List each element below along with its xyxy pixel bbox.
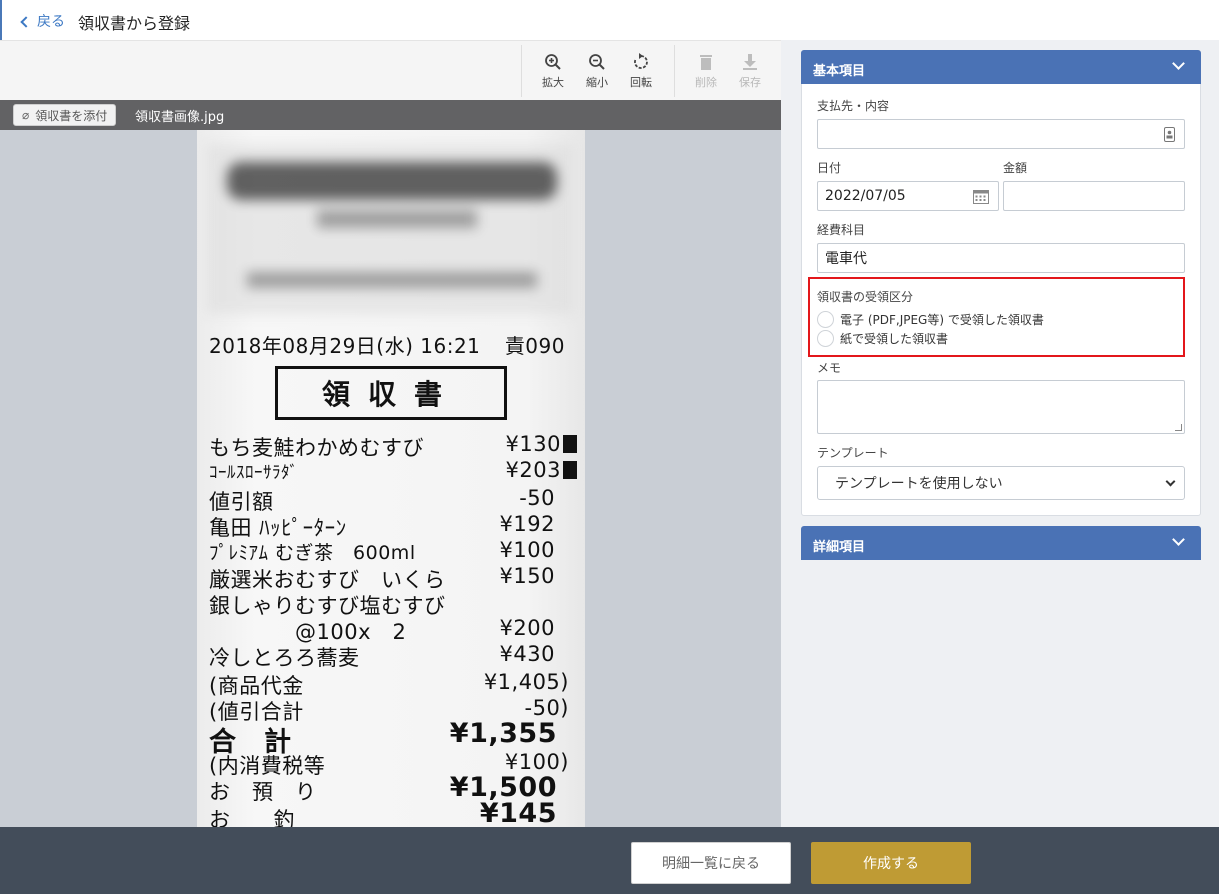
receipt-item-price: ¥192: [499, 512, 555, 536]
receipt-viewer: 拡大 縮小 回転 削除 保存 ⌀ 領収書を添付 領収書画像.jpg 2018年0…: [0, 40, 781, 827]
rotate-button[interactable]: 回転: [621, 51, 661, 93]
attach-receipt-button[interactable]: ⌀ 領収書を添付: [13, 104, 117, 126]
back-label: 戻る: [37, 14, 65, 30]
receipt-tax-value: ¥100): [504, 750, 569, 774]
receipt-subtotal-value: ¥1,405): [483, 670, 569, 694]
category-value: 電車代: [825, 251, 867, 267]
footer-bar: 明細一覧に戻る 作成する: [0, 827, 1219, 894]
category-input[interactable]: 電車代: [817, 243, 1185, 273]
receipt-item-price: -50: [519, 486, 555, 510]
receipt-change-value: ¥145: [479, 798, 557, 827]
viewer-toolbar: 拡大 縮小 回転 削除 保存: [0, 40, 781, 100]
save-button[interactable]: 保存: [730, 51, 770, 93]
zoom-out-button[interactable]: 縮小: [577, 51, 617, 93]
receipt-discount-value: -50): [524, 696, 569, 720]
date-label: 日付: [817, 161, 842, 175]
back-link[interactable]: 戻る: [20, 11, 65, 31]
category-label: 経費科目: [817, 223, 866, 237]
create-button[interactable]: 作成する: [811, 842, 971, 884]
trash-icon: [700, 55, 712, 70]
toolbar-divider: [674, 45, 675, 97]
receipt-heading: 領収書: [275, 366, 507, 420]
zoom-out-icon: [589, 54, 605, 70]
receipt-item-name: ﾌﾟﾚﾐｱﾑ むぎ茶 600ml: [209, 542, 416, 564]
detail-section-header[interactable]: 詳細項目: [801, 526, 1201, 560]
receipt-image: 2018年08月29日(水) 16:21 責090 領収書 もち麦鮭わかめむすび…: [197, 130, 585, 827]
delete-button[interactable]: 削除: [686, 51, 726, 93]
chevron-down-icon: [1165, 476, 1176, 487]
memo-label: メモ: [817, 361, 842, 375]
template-value: テンプレートを使用しない: [835, 476, 1003, 492]
radio-label: 電子 (PDF,JPEG等) で受領した領収書: [840, 313, 1044, 327]
calendar-icon[interactable]: [973, 189, 989, 204]
zoom-in-button[interactable]: 拡大: [533, 51, 573, 93]
delete-label: 削除: [695, 76, 717, 89]
page-title: 領収書から登録: [78, 14, 191, 33]
zoom-out-label: 縮小: [586, 76, 608, 89]
template-select[interactable]: テンプレートを使用しない: [817, 466, 1185, 500]
receipt-item-name: 冷しとろろ蕎麦: [209, 646, 360, 670]
receipt-stamp: 責090: [504, 334, 565, 358]
template-label: テンプレート: [817, 446, 889, 460]
radio-label: 紙で受領した領収書: [840, 332, 949, 346]
paperclip-icon: ⌀: [22, 108, 30, 122]
date-value: 2022/07/05: [825, 188, 906, 204]
receipt-item-price: ¥203: [506, 458, 577, 482]
receipt-paid-label: お 預 り: [209, 780, 317, 804]
receipt-item-price: ¥100: [499, 538, 555, 562]
receipt-date: 2018年08月29日(水) 16:21: [209, 334, 481, 358]
back-to-list-button[interactable]: 明細一覧に戻る: [631, 842, 791, 884]
chevron-down-icon: [1172, 533, 1185, 546]
header-bar: 戻る 領収書から登録: [0, 0, 1219, 40]
receipt-item-price: ¥430: [499, 642, 555, 666]
detail-section-title: 詳細項目: [813, 540, 866, 555]
rotate-label: 回転: [630, 76, 652, 89]
receipt-change-label: お 釣: [209, 808, 295, 827]
radio-button[interactable]: [817, 311, 834, 328]
payee-input[interactable]: [817, 119, 1185, 149]
basic-section-title: 基本項目: [813, 64, 866, 79]
receipt-total-value: ¥1,355: [449, 718, 557, 749]
receipt-item-price: ¥130: [506, 432, 577, 456]
zoom-in-label: 拡大: [542, 76, 564, 89]
chevron-down-icon: [1172, 57, 1185, 70]
receipt-item-price: ¥150: [499, 564, 555, 588]
basic-section-header[interactable]: 基本項目: [801, 50, 1201, 84]
receipt-type-label: 領収書の受領区分: [817, 290, 914, 304]
radio-button[interactable]: [817, 330, 834, 347]
rotate-icon: [634, 53, 648, 69]
blurred-store-header: [207, 144, 573, 314]
receipt-item-price: ¥200: [499, 616, 555, 640]
file-bar: ⌀ 領収書を添付 領収書画像.jpg: [0, 100, 781, 130]
payee-label: 支払先・内容: [817, 99, 890, 113]
toolbar-divider: [521, 45, 522, 97]
amount-label: 金額: [1003, 161, 1028, 175]
receipt-item-name: ｺｰﾙｽﾛｰｻﾗﾀﾞ: [209, 463, 299, 483]
attach-label: 領収書を添付: [35, 108, 108, 123]
save-label: 保存: [739, 76, 761, 89]
receipt-type-paper-option[interactable]: 紙で受領した領収書: [817, 330, 948, 347]
receipt-type-electronic-option[interactable]: 電子 (PDF,JPEG等) で受領した領収書: [817, 311, 1044, 328]
date-input[interactable]: 2022/07/05: [817, 181, 999, 211]
memo-textarea[interactable]: [817, 380, 1185, 434]
download-icon: [743, 54, 757, 70]
zoom-in-icon: [545, 54, 561, 70]
chevron-left-icon: [20, 15, 32, 28]
address-book-icon[interactable]: [1164, 127, 1175, 142]
amount-input[interactable]: [1003, 181, 1185, 211]
file-name: 領収書画像.jpg: [135, 110, 225, 125]
resize-handle-icon[interactable]: [1175, 424, 1182, 431]
